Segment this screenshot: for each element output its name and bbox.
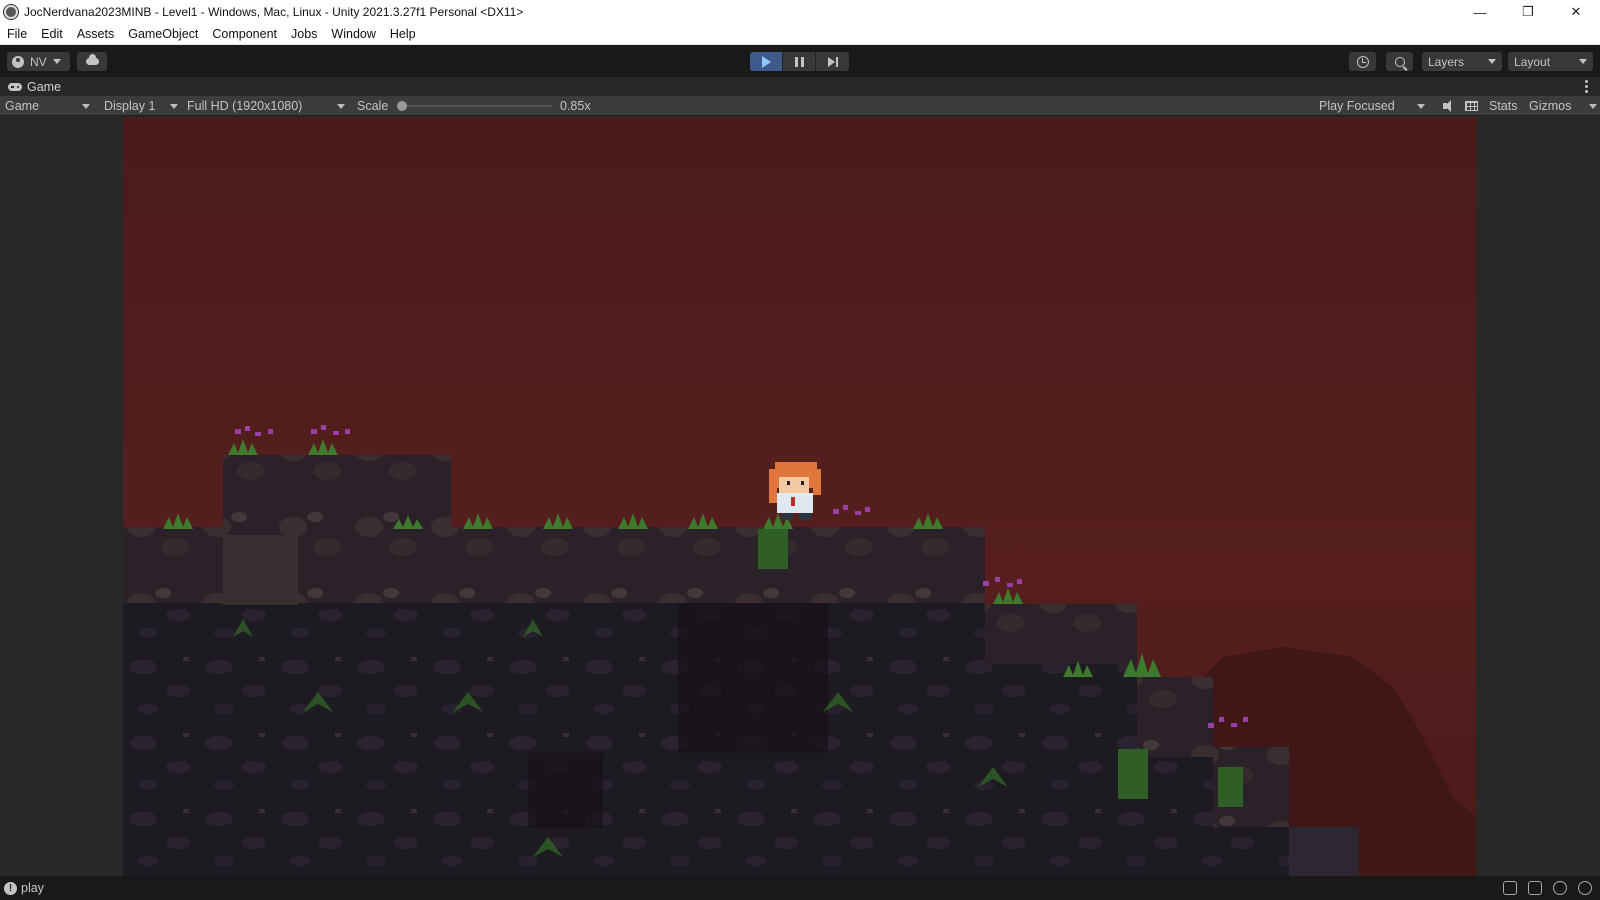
game-view-controls: Game Display 1 Full HD (1920x1080) Scale… (0, 96, 1600, 116)
more-options-icon[interactable] (1585, 80, 1588, 93)
window-controls: — ❐ ✕ (1456, 0, 1600, 24)
window-title: JocNerdvana2023MINB - Level1 - Windows, … (24, 5, 524, 19)
tab-game-label: Game (27, 79, 62, 94)
menu-window[interactable]: Window (324, 24, 382, 44)
aspect-grid-toggle[interactable] (1462, 96, 1480, 116)
minimize-button[interactable]: — (1456, 0, 1504, 24)
ground-step-4 (1289, 827, 1359, 876)
view-mode-dropdown[interactable]: Game (5, 96, 92, 116)
search-icon (1394, 56, 1405, 67)
menu-assets[interactable]: Assets (70, 24, 122, 44)
maximize-button[interactable]: ❐ (1504, 0, 1552, 24)
unity-app-icon (4, 5, 18, 19)
stats-toggle[interactable]: Stats (1489, 96, 1518, 116)
cloud-icon (85, 54, 99, 65)
account-label: NV (30, 54, 47, 69)
play-controls (750, 52, 849, 71)
game-render[interactable] (123, 117, 1476, 876)
chevron-down-icon (1589, 103, 1597, 109)
console-status-message[interactable]: play (21, 881, 44, 895)
status-bar: ! play (0, 876, 1600, 900)
menu-help[interactable]: Help (383, 24, 423, 44)
resolution-label: Full HD (1920x1080) (187, 99, 303, 113)
gizmos-label: Gizmos (1529, 99, 1572, 113)
pause-icon (794, 56, 804, 67)
play-button[interactable] (750, 52, 783, 71)
game-tab-bar: Game (0, 77, 1600, 96)
tab-game[interactable]: Game (0, 80, 61, 94)
window-title-bar: JocNerdvana2023MINB - Level1 - Windows, … (0, 0, 1600, 24)
scale-label: Scale (357, 99, 389, 113)
step-button[interactable] (816, 52, 849, 71)
menu-gameobject[interactable]: GameObject (121, 24, 205, 44)
chevron-down-icon (170, 103, 178, 109)
menu-edit[interactable]: Edit (34, 24, 70, 44)
main-toolbar: NV Layers Layout (0, 45, 1600, 77)
game-scene (123, 117, 1476, 876)
play-icon (761, 55, 771, 68)
play-mode-dropdown[interactable]: Play Focused (1319, 96, 1427, 116)
cloud-button[interactable] (77, 52, 107, 71)
info-icon: ! (4, 881, 17, 895)
menu-bar: File Edit Assets GameObject Component Jo… (0, 24, 1600, 45)
chevron-down-icon (1417, 103, 1425, 109)
menu-component[interactable]: Component (205, 24, 284, 44)
history-icon (1356, 55, 1369, 68)
display-label: Display 1 (104, 99, 156, 113)
scale-value: 0.85x (560, 99, 591, 113)
cache-server-icon[interactable] (1528, 881, 1542, 895)
grid-icon (1464, 101, 1478, 111)
layout-dropdown[interactable]: Layout (1508, 52, 1593, 71)
layers-label: Layers (1428, 54, 1465, 69)
view-mode-label: Game (5, 99, 40, 113)
undo-history-button[interactable] (1349, 52, 1376, 71)
display-dropdown[interactable]: Display 1 (104, 96, 180, 116)
chevron-down-icon (1488, 59, 1496, 64)
gamepad-icon (8, 82, 22, 91)
layers-dropdown[interactable]: Layers (1422, 52, 1502, 71)
close-button[interactable]: ✕ (1552, 0, 1600, 24)
scale-slider-track[interactable] (402, 105, 552, 107)
status-icons (1503, 881, 1592, 895)
speaker-icon (1443, 100, 1451, 112)
account-dropdown[interactable]: NV (7, 52, 70, 71)
game-viewport (0, 117, 1600, 876)
chevron-down-icon (337, 103, 345, 109)
step-icon (827, 56, 838, 67)
menu-jobs[interactable]: Jobs (284, 24, 324, 44)
user-icon (12, 55, 24, 68)
search-button[interactable] (1386, 52, 1413, 71)
layout-label: Layout (1514, 54, 1551, 69)
chevron-down-icon (82, 103, 90, 109)
mute-audio-toggle[interactable] (1436, 96, 1454, 116)
resolution-dropdown[interactable]: Full HD (1920x1080) (187, 96, 347, 116)
chevron-down-icon (1579, 59, 1587, 64)
gizmos-dropdown[interactable]: Gizmos (1529, 96, 1597, 116)
debug-icon[interactable] (1503, 881, 1517, 895)
auto-generate-lighting-icon[interactable] (1553, 881, 1567, 895)
scale-control: Scale 0.85x (357, 96, 602, 116)
progress-check-icon[interactable] (1578, 881, 1592, 895)
play-mode-label: Play Focused (1319, 99, 1395, 113)
chevron-down-icon (52, 59, 61, 64)
pause-button[interactable] (783, 52, 816, 71)
menu-file[interactable]: File (0, 24, 34, 44)
scale-slider-handle[interactable] (397, 101, 407, 111)
